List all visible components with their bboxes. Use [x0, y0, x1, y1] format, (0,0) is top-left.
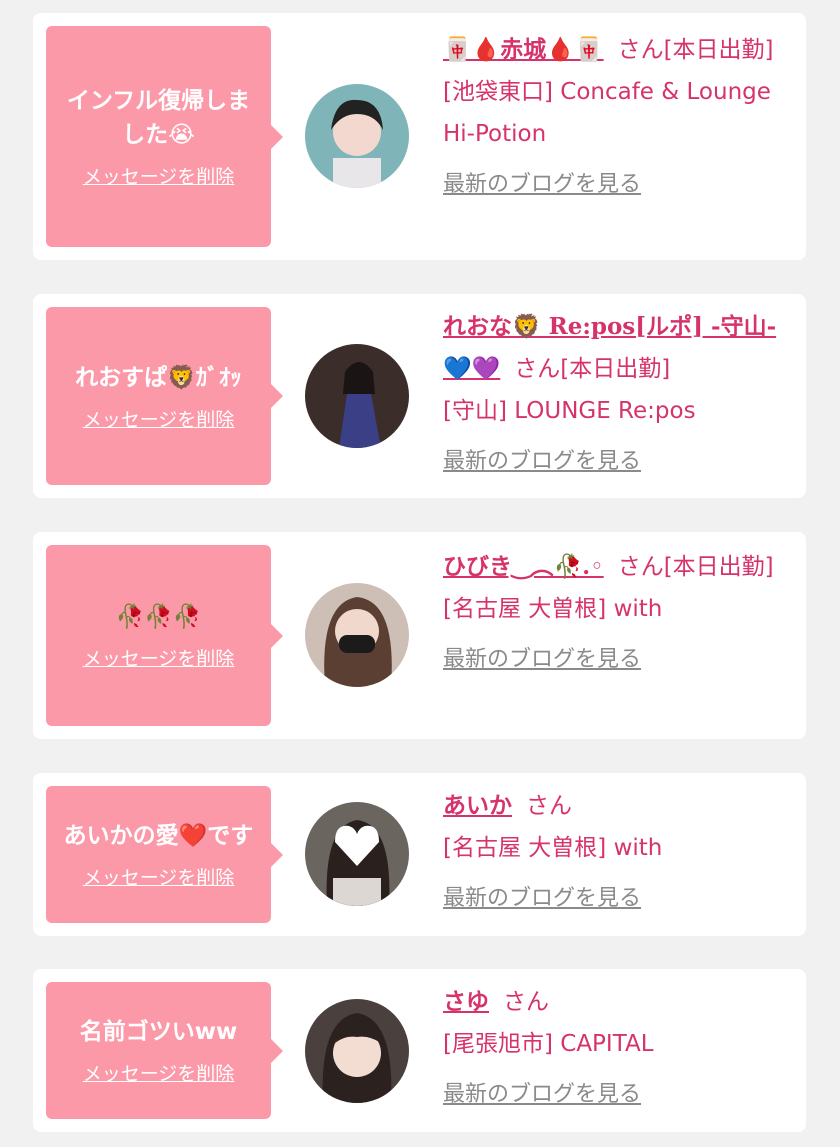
message-text: れおすぱ🦁ｶﾞｵｯ [75, 364, 242, 391]
shop-info: [守山] LOUNGE Re:pos [443, 398, 696, 424]
shop-info: [名古屋 大曽根] with [443, 835, 663, 861]
message-text: 🥀🥀🥀 [115, 604, 202, 630]
work-status: [本日出勤] [663, 37, 774, 63]
profile-info: 🀄🩸赤城🩸🀄 さん[本日出勤] [池袋東口] Concafe & Lounge H… [443, 29, 788, 206]
message-text: インフル復帰しました😭 [66, 88, 251, 148]
honorific: さん [617, 37, 664, 63]
delete-message-link[interactable]: メッセージを削除 [83, 863, 235, 890]
avatar[interactable] [305, 84, 409, 188]
message-bubble: れおすぱ🦁ｶﾞｵｯ メッセージを削除 [46, 307, 283, 485]
latest-blog-link[interactable]: 最新のブログを見る [443, 639, 641, 681]
shop-info: [名古屋 大曽根] with [443, 596, 663, 622]
delete-message-link[interactable]: メッセージを削除 [83, 162, 235, 189]
profile-name-link[interactable]: ひびき‿︵🥀.◦ [443, 553, 604, 580]
avatar[interactable] [305, 802, 409, 906]
message-bubble: あいかの愛❤️です メッセージを削除 [46, 786, 283, 923]
message-bubble: インフル復帰しました😭 メッセージを削除 [46, 26, 283, 247]
honorific: さん [526, 793, 572, 819]
message-bubble: 名前ゴツいww メッセージを削除 [46, 982, 283, 1119]
message-card: あいかの愛❤️です メッセージを削除 あいか さん [名古屋 大曽根] with … [33, 773, 806, 936]
message-text: 名前ゴツいww [79, 1019, 238, 1045]
latest-blog-link[interactable]: 最新のブログを見る [443, 878, 641, 920]
message-card: インフル復帰しました😭 メッセージを削除 🀄🩸赤城🩸🀄 さん[本日出勤] [池袋東… [33, 13, 806, 260]
delete-message-link[interactable]: メッセージを削除 [83, 1059, 235, 1086]
message-bubble: 🥀🥀🥀 メッセージを削除 [46, 545, 283, 726]
delete-message-link[interactable]: メッセージを削除 [83, 644, 235, 671]
latest-blog-link[interactable]: 最新のブログを見る [443, 441, 641, 483]
profile-name-link[interactable]: 🀄🩸赤城🩸🀄 [443, 36, 604, 63]
message-card: 🥀🥀🥀 メッセージを削除 ひびき‿︵🥀.◦ さん[本日出勤] [名古屋 大曽根] … [33, 532, 806, 739]
work-status: [本日出勤] [663, 554, 774, 580]
work-status: [本日出勤] [560, 356, 671, 382]
honorific: さん [503, 989, 549, 1015]
profile-name-link[interactable]: あいか [443, 792, 512, 819]
message-text: あいかの愛❤️です [63, 823, 254, 849]
honorific: さん [514, 356, 561, 382]
message-card: 名前ゴツいww メッセージを削除 さゆ さん [尾張旭市] CAPITAL 最新の… [33, 969, 806, 1132]
avatar[interactable] [305, 999, 409, 1103]
profile-info: れおな🦁 Re:pos[ルポ] -守山-💙💜 さん[本日出勤] [守山] LOUN… [443, 306, 788, 483]
delete-message-link[interactable]: メッセージを削除 [83, 405, 235, 432]
latest-blog-link[interactable]: 最新のブログを見る [443, 1074, 641, 1116]
profile-name-link[interactable]: さゆ [443, 988, 489, 1015]
message-card: れおすぱ🦁ｶﾞｵｯ メッセージを削除 れおな🦁 Re:pos[ルポ] -守山-💙… [33, 294, 806, 498]
latest-blog-link[interactable]: 最新のブログを見る [443, 164, 641, 206]
profile-info: あいか さん [名古屋 大曽根] with 最新のブログを見る [443, 785, 788, 920]
shop-info: [池袋東口] Concafe & Lounge Hi-Potion [443, 79, 771, 147]
profile-info: さゆ さん [尾張旭市] CAPITAL 最新のブログを見る [443, 981, 788, 1116]
profile-info: ひびき‿︵🥀.◦ さん[本日出勤] [名古屋 大曽根] with 最新のブログを見… [443, 546, 788, 681]
avatar[interactable] [305, 583, 409, 687]
honorific: さん [617, 554, 664, 580]
avatar[interactable] [305, 344, 409, 448]
shop-info: [尾張旭市] CAPITAL [443, 1031, 654, 1057]
message-list: インフル復帰しました😭 メッセージを削除 🀄🩸赤城🩸🀄 さん[本日出勤] [池袋東… [0, 0, 840, 1147]
